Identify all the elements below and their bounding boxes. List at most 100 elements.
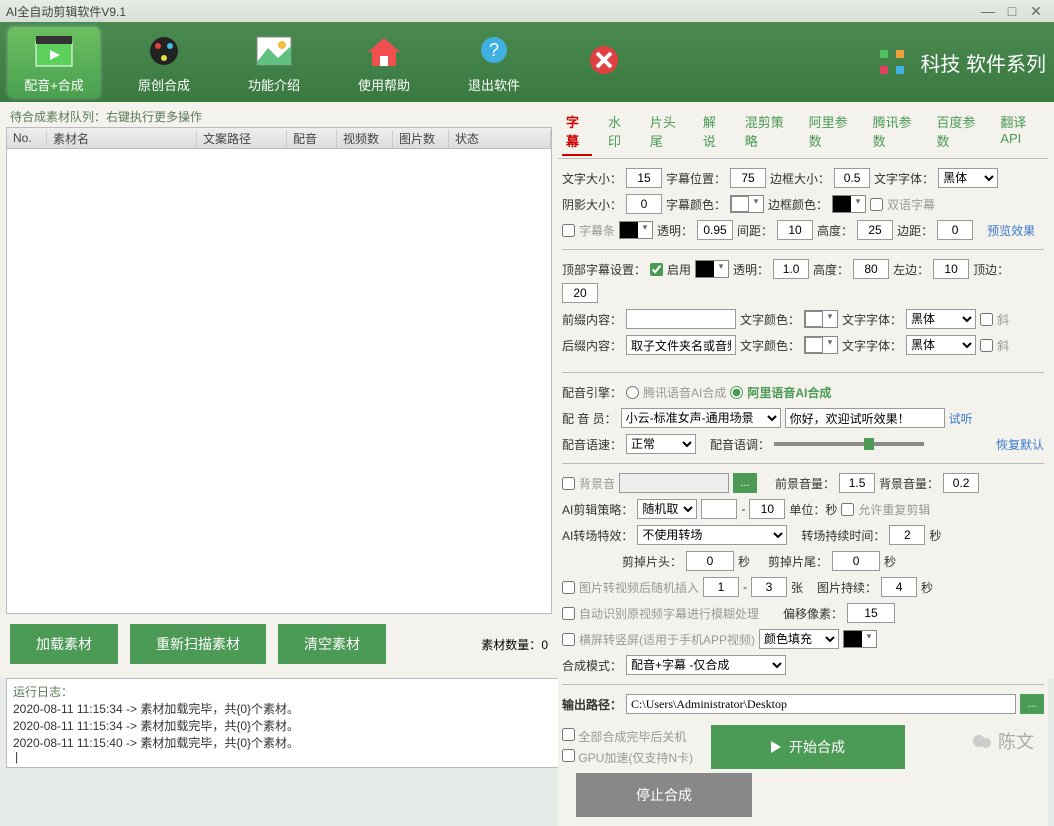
cut-tail-input[interactable] (832, 551, 880, 571)
left-panel: 待合成素材队列：右键执行更多操作 No. 素材名 文案路径 配音 视频数 图片数… (6, 106, 552, 674)
ribbon-item-original[interactable]: 原创合成 (118, 31, 210, 94)
fill-color-picker[interactable]: ▾ (843, 630, 877, 648)
fill-select[interactable]: 颜色填充 (759, 629, 839, 649)
clip-strategy-select[interactable]: 随机取 (637, 499, 697, 519)
wechat-icon (972, 731, 992, 751)
clear-material-button[interactable]: 清空素材 (278, 624, 386, 664)
transition-dur-input[interactable] (889, 525, 925, 545)
tab-narration[interactable]: 解说 (699, 108, 729, 156)
gpu-checkbox[interactable] (562, 749, 575, 762)
speed-select[interactable]: 正常 (626, 434, 696, 454)
fg-vol-input[interactable] (839, 473, 875, 493)
output-browse-button[interactable]: ... (1020, 694, 1044, 714)
ribbon-item-compose[interactable]: 配音+合成 (8, 27, 100, 98)
suffix-input[interactable] (626, 335, 736, 355)
clapper-icon (32, 31, 76, 71)
tab-ali-params[interactable]: 阿里参数 (805, 108, 857, 156)
bilingual-checkbox[interactable] (870, 198, 883, 211)
cut-head-input[interactable] (686, 551, 734, 571)
tab-headtail[interactable]: 片头尾 (646, 108, 687, 156)
load-material-button[interactable]: 加载素材 (10, 624, 118, 664)
voicer-select[interactable]: 小云-标准女声-通用场景 (621, 408, 781, 428)
listen-link[interactable]: 试听 (949, 410, 973, 427)
transition-select[interactable]: 不使用转场 (637, 525, 787, 545)
reset-link[interactable]: 恢复默认 (996, 436, 1044, 453)
rescan-material-button[interactable]: 重新扫描素材 (130, 624, 266, 664)
palette-icon (142, 31, 186, 71)
prefix-input[interactable] (626, 309, 736, 329)
img-dur-input[interactable] (881, 577, 917, 597)
shutdown-checkbox[interactable] (562, 728, 575, 741)
tab-translate-api[interactable]: 翻译API (996, 108, 1044, 156)
margin-input[interactable] (937, 220, 973, 240)
titlebar: AI全自动剪辑软件V9.1 — □ ✕ (0, 0, 1054, 22)
suffix-color-picker[interactable]: ▾ (804, 336, 838, 354)
suffix-italic-checkbox[interactable] (980, 339, 993, 352)
prefix-italic-checkbox[interactable] (980, 313, 993, 326)
top-top-input[interactable] (562, 283, 598, 303)
suffix-font-select[interactable]: 黑体 (906, 335, 976, 355)
top-height-input[interactable] (853, 259, 889, 279)
ribbon-item-usage[interactable]: ? 退出软件 (448, 31, 540, 94)
border-size-input[interactable] (834, 168, 870, 188)
prefix-font-select[interactable]: 黑体 (906, 309, 976, 329)
subtitle-color-picker[interactable]: ▾ (730, 195, 764, 213)
bar-color-picker[interactable]: ▾ (619, 221, 653, 239)
preview-link[interactable]: 预览效果 (987, 222, 1035, 239)
clip-from-input[interactable] (701, 499, 737, 519)
ribbon-label: 退出软件 (448, 75, 540, 94)
top-color-picker[interactable]: ▾ (695, 260, 729, 278)
font-select[interactable]: 黑体 (938, 168, 998, 188)
bgm-path-input[interactable] (619, 473, 729, 493)
tab-baidu-params[interactable]: 百度参数 (932, 108, 984, 156)
tab-mixstrategy[interactable]: 混剪策略 (741, 108, 793, 156)
start-compose-button[interactable]: 开始合成 (711, 725, 905, 769)
bgm-browse-button[interactable]: ... (733, 473, 757, 493)
stop-compose-button[interactable]: 停止合成 (576, 773, 752, 817)
compose-mode-select[interactable]: 配音+字幕 -仅合成 (626, 655, 786, 675)
top-alpha-input[interactable] (773, 259, 809, 279)
ribbon-item-features[interactable]: 功能介绍 (228, 31, 320, 94)
offset-input[interactable] (847, 603, 895, 623)
alpha-input[interactable] (697, 220, 733, 240)
height-input[interactable] (857, 220, 893, 240)
pitch-slider[interactable] (774, 442, 924, 446)
allow-dup-checkbox[interactable] (841, 503, 854, 516)
bg-vol-input[interactable] (943, 473, 979, 493)
brand: 科技 软件系列 (872, 42, 1046, 82)
close-icon[interactable]: ✕ (1024, 3, 1048, 20)
table-header: No. 素材名 文案路径 配音 视频数 图片数 状态 (6, 127, 552, 149)
engine-tencent-radio[interactable] (626, 386, 639, 399)
subtitle-bar-checkbox[interactable] (562, 224, 575, 237)
gap-input[interactable] (777, 220, 813, 240)
voice-sample-input[interactable] (785, 408, 945, 428)
tab-watermark[interactable]: 水印 (604, 108, 634, 156)
table-body[interactable] (6, 149, 552, 614)
ribbon-item-exit[interactable] (558, 40, 650, 84)
watermark: 陈文 (972, 728, 1034, 754)
top-left-input[interactable] (933, 259, 969, 279)
output-path-input[interactable] (626, 694, 1016, 714)
minimize-icon[interactable]: — (976, 3, 1000, 19)
prefix-color-picker[interactable]: ▾ (804, 310, 838, 328)
img2vid-checkbox[interactable] (562, 581, 575, 594)
rotate-checkbox[interactable] (562, 633, 575, 646)
subtitle-pos-input[interactable] (730, 168, 766, 188)
img-to-input[interactable] (751, 577, 787, 597)
border-color-picker[interactable]: ▾ (832, 195, 866, 213)
maximize-icon[interactable]: □ (1000, 3, 1024, 19)
svg-text:?: ? (489, 40, 499, 60)
ribbon-item-help[interactable]: 使用帮助 (338, 31, 430, 94)
auto-blur-checkbox[interactable] (562, 607, 575, 620)
shadow-size-input[interactable] (626, 194, 662, 214)
img-from-input[interactable] (703, 577, 739, 597)
tab-subtitle[interactable]: 字幕 (562, 108, 592, 156)
bgm-checkbox[interactable] (562, 477, 575, 490)
home-icon (362, 31, 406, 71)
font-size-input[interactable] (626, 168, 662, 188)
top-enable-checkbox[interactable] (650, 263, 663, 276)
tab-tencent-params[interactable]: 腾讯参数 (869, 108, 921, 156)
ribbon-label: 配音+合成 (8, 75, 100, 94)
clip-to-input[interactable] (749, 499, 785, 519)
engine-ali-radio[interactable] (730, 386, 743, 399)
